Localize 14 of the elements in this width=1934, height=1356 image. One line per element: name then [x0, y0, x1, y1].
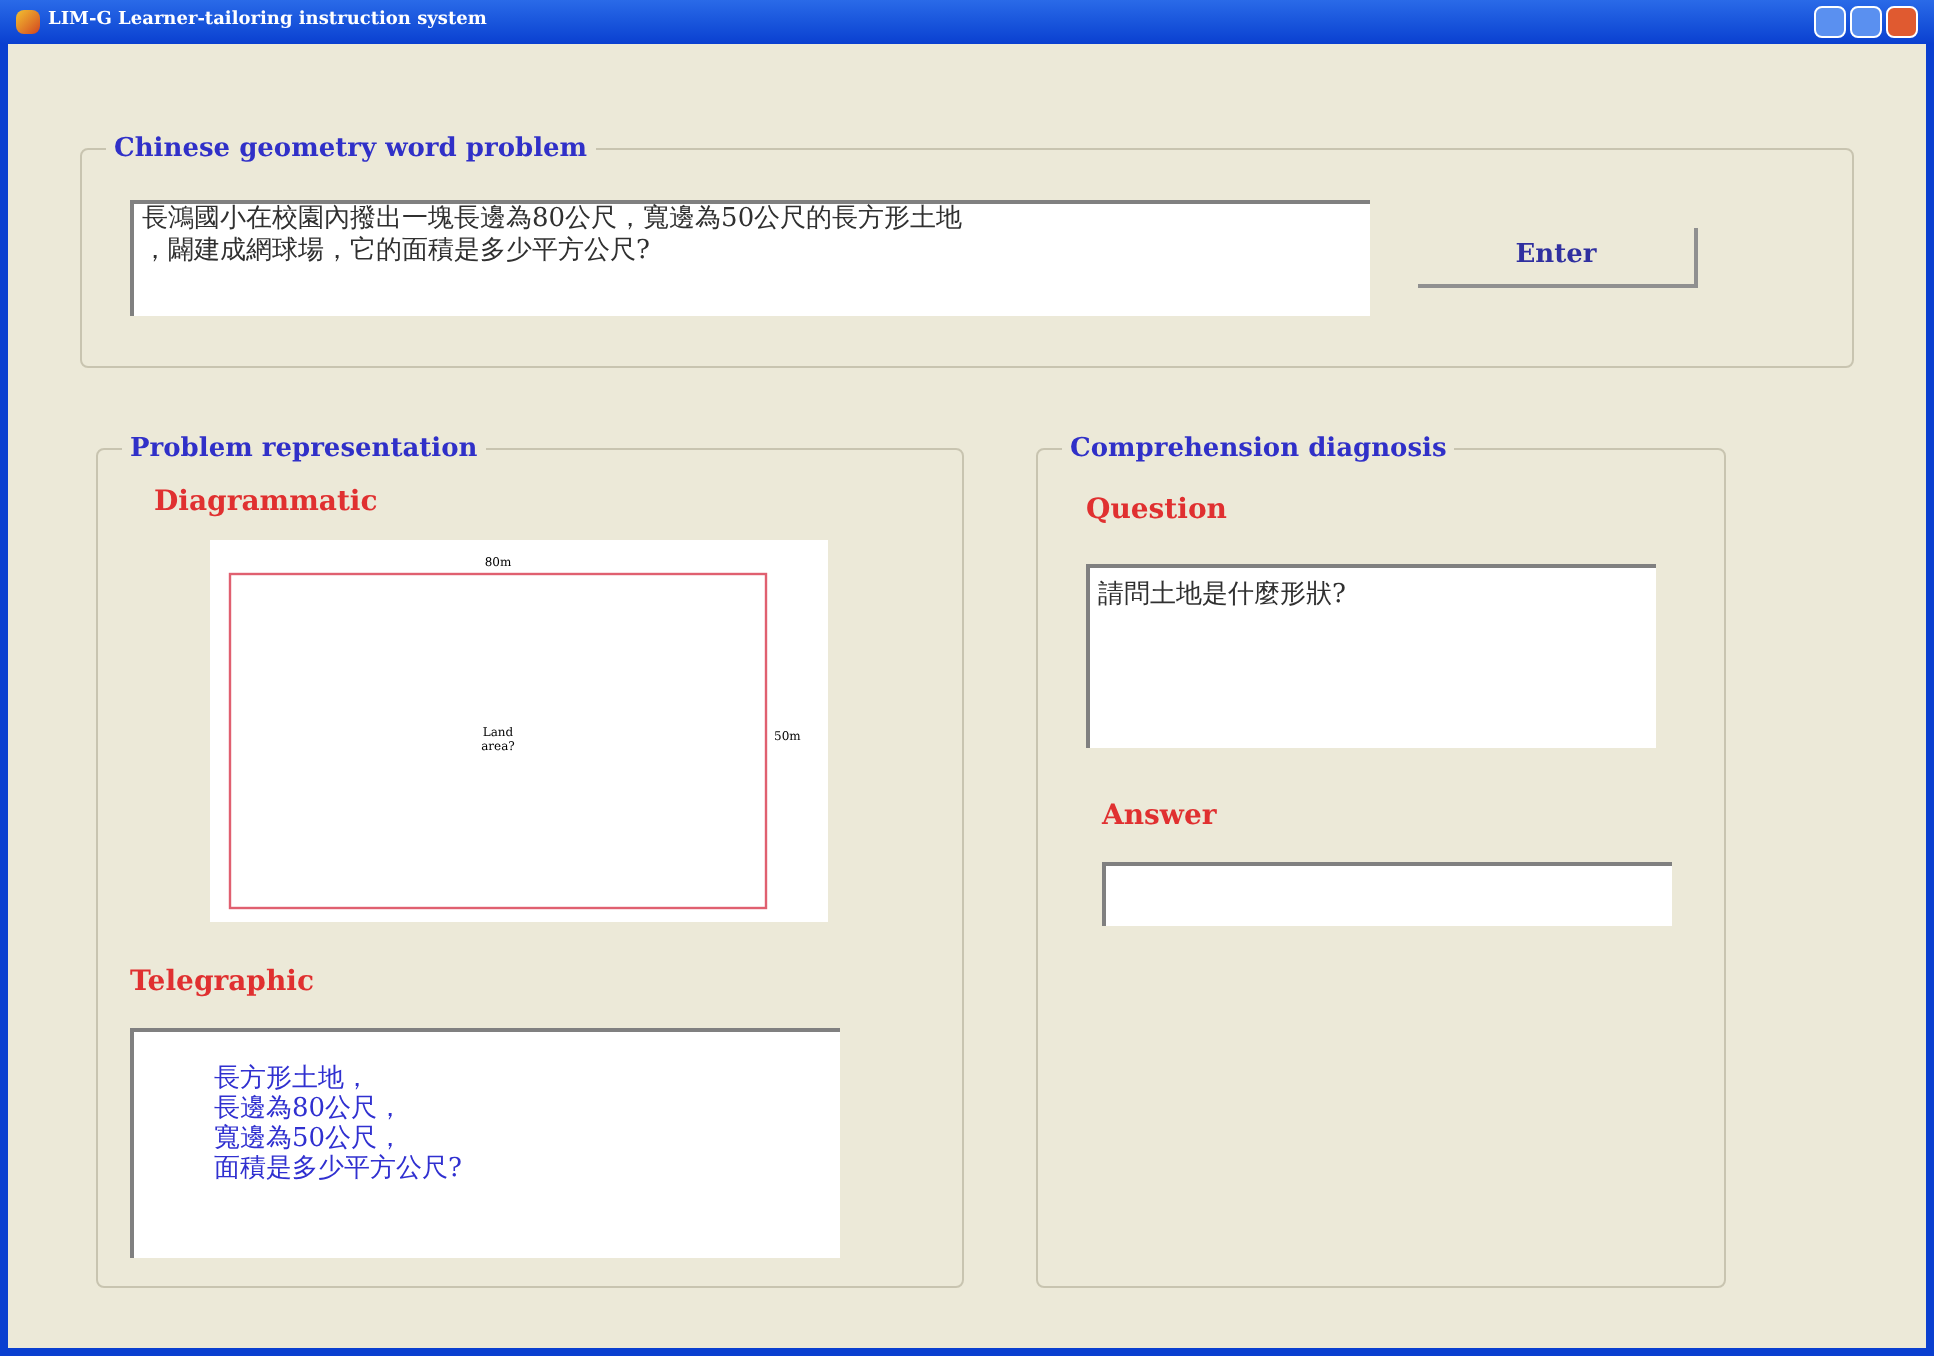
maximize-button[interactable] — [1850, 6, 1882, 38]
section-label: Question — [1086, 492, 1229, 530]
app-icon — [16, 10, 40, 34]
section-label: Diagrammatic — [154, 484, 380, 522]
telegraphic-text-field[interactable]: 長方形土地， 長邊為80公尺， 寬邊為50公尺， 面積是多少平方公尺? — [130, 1028, 840, 1258]
minimize-button[interactable] — [1814, 6, 1846, 38]
enter-button[interactable]: Enter — [1418, 228, 1698, 288]
section-label: Answer — [1102, 798, 1219, 836]
section-label: Telegraphic — [130, 964, 316, 1002]
window-title: LIM-G Learner-tailoring instruction system — [48, 8, 487, 35]
question-text-field[interactable]: 請問土地是什麼形狀? — [1086, 564, 1656, 748]
problem-text-field[interactable]: 長鴻國小在校園內撥出一塊長邊為80公尺，寬邊為50公尺的長方形土地 ，闢建成網球場，它的面積是多少平方公尺? — [130, 200, 1370, 316]
close-button[interactable] — [1886, 6, 1918, 38]
answer-field[interactable] — [1102, 862, 1672, 926]
